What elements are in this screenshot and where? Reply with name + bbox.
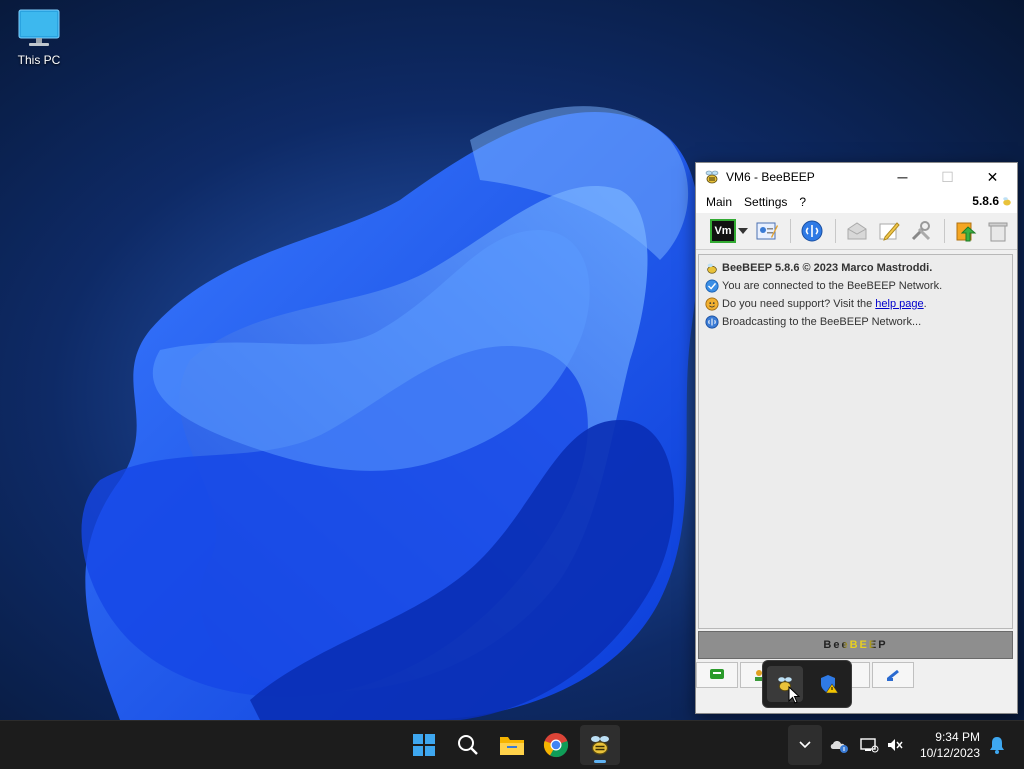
bell-icon xyxy=(990,737,1004,754)
chrome-button[interactable] xyxy=(536,725,576,765)
folder-icon xyxy=(500,737,524,755)
chat-line: You are connected to the BeeBEEP Network… xyxy=(705,277,1006,295)
toolbar-separator xyxy=(944,219,945,243)
chat-text: BeeBEEP 5.8.6 © 2023 Marco Mastroddi. xyxy=(722,262,933,274)
file-explorer-button[interactable] xyxy=(492,725,532,765)
search-button[interactable] xyxy=(448,725,488,765)
clock-time: 9:34 PM xyxy=(935,730,980,744)
menu-main[interactable]: Main xyxy=(700,195,738,209)
chat-icon xyxy=(710,669,724,679)
menu-help[interactable]: ? xyxy=(793,195,812,209)
tab-chat[interactable] xyxy=(696,662,738,688)
clock[interactable]: 9:34 PM 10/12/2023 xyxy=(920,729,980,761)
clock-date: 10/12/2023 xyxy=(919,746,980,760)
chat-line: BeeBEEP 5.8.6 © 2023 Marco Mastroddi. xyxy=(705,259,1006,277)
title-bar[interactable]: VM6 - BeeBEEP ─ ☐ ✕ xyxy=(696,163,1017,191)
chat-area[interactable]: BeeBEEP 5.8.6 © 2023 Marco Mastroddi. Yo… xyxy=(698,254,1013,629)
bee-app-icon xyxy=(705,170,719,184)
desktop-icon-this-pc[interactable]: This PC xyxy=(8,8,70,67)
chat-text: You are connected to the BeeBEEP Network… xyxy=(722,280,943,292)
version-label: 5.8.6 xyxy=(972,194,1013,208)
edit-button[interactable] xyxy=(874,216,904,246)
chat-line: Do you need support? Visit the help page… xyxy=(705,295,1006,313)
notifications-button[interactable] xyxy=(984,725,1010,765)
chat-text: Do you need support? Visit the xyxy=(722,298,873,310)
toolbar: Vm xyxy=(696,213,1017,250)
save-button[interactable] xyxy=(951,216,981,246)
network-disconnected-icon xyxy=(860,738,879,753)
network-button[interactable] xyxy=(797,216,827,246)
beebeep-logo-bar: BeeBEEP xyxy=(698,631,1013,659)
chevron-up-icon xyxy=(799,741,811,749)
search-icon xyxy=(458,735,478,755)
chevron-down-icon xyxy=(738,228,748,234)
trash-button[interactable] xyxy=(983,216,1013,246)
volume-tray-button[interactable] xyxy=(882,725,908,765)
status-dropdown-button[interactable] xyxy=(736,216,750,246)
beebeep-window: VM6 - BeeBEEP ─ ☐ ✕ Main Settings ? 5.8.… xyxy=(695,162,1018,714)
taskbar: 9:34 PM 10/12/2023 xyxy=(0,720,1024,769)
help-page-link[interactable]: help page xyxy=(875,298,923,310)
show-hidden-icons-button[interactable] xyxy=(788,725,822,765)
desktop-icon-label: This PC xyxy=(17,53,61,67)
edit-profile-button[interactable] xyxy=(752,216,782,246)
status-label: Vm xyxy=(714,225,732,237)
chat-line: Broadcasting to the BeeBEEP Network... xyxy=(705,313,1006,331)
toolbar-separator xyxy=(835,219,836,243)
active-indicator xyxy=(594,760,606,763)
version-text: 5.8.6 xyxy=(972,194,999,208)
tab-share[interactable] xyxy=(872,662,914,688)
cloud-info-icon xyxy=(830,741,848,753)
tray-icon-security[interactable] xyxy=(811,666,847,702)
broadcast-icon xyxy=(705,315,719,329)
tools-button[interactable] xyxy=(906,216,936,246)
mail-button[interactable] xyxy=(842,216,872,246)
network-tray-button[interactable] xyxy=(856,725,882,765)
bee-icon xyxy=(707,263,717,274)
windows-start-icon xyxy=(413,734,435,756)
tray-overflow-popup xyxy=(762,660,852,708)
mail-icon xyxy=(847,222,867,240)
bee-icon xyxy=(1003,197,1011,206)
support-icon xyxy=(705,297,719,311)
save-icon xyxy=(956,222,977,242)
network-icon xyxy=(801,220,823,242)
tools-icon xyxy=(911,221,931,241)
window-title: VM6 - BeeBEEP xyxy=(726,170,815,184)
connected-icon xyxy=(705,279,719,293)
trash-icon xyxy=(988,222,1008,242)
security-warning-icon xyxy=(821,675,839,694)
onedrive-tray-button[interactable] xyxy=(826,725,852,765)
beebeep-app-icon xyxy=(591,736,609,755)
edit-icon xyxy=(879,222,900,241)
status-button[interactable]: Vm xyxy=(710,219,736,243)
chat-text: Broadcasting to the BeeBEEP Network... xyxy=(722,316,922,328)
start-button[interactable] xyxy=(404,725,444,765)
chrome-icon xyxy=(543,733,569,758)
close-button[interactable]: ✕ xyxy=(970,163,1015,191)
chat-text: . xyxy=(923,298,927,310)
minimize-button[interactable]: ─ xyxy=(880,163,925,191)
beebeep-taskbar-button[interactable] xyxy=(580,725,620,765)
menu-bar: Main Settings ? 5.8.6 xyxy=(696,191,1017,213)
edit-profile-icon xyxy=(756,222,778,240)
menu-settings[interactable]: Settings xyxy=(738,195,793,209)
monitor-icon xyxy=(18,9,60,46)
maximize-button[interactable]: ☐ xyxy=(925,163,970,191)
mouse-cursor-icon xyxy=(788,686,800,704)
toolbar-separator xyxy=(790,219,791,243)
logo-text: BeeBEEP xyxy=(823,639,888,651)
share-icon xyxy=(887,669,899,681)
volume-muted-icon xyxy=(888,739,903,751)
